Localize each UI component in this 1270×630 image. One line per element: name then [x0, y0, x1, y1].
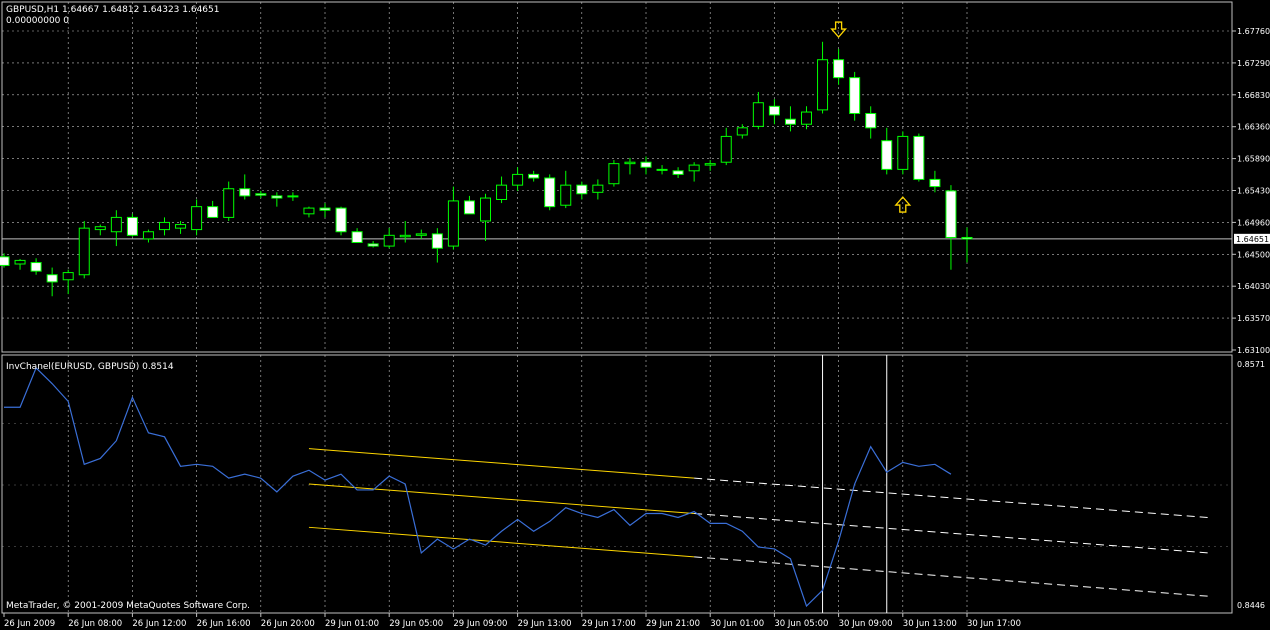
chart-background — [0, 0, 1270, 630]
time-label: 30 Jun 17:00 — [967, 619, 1021, 629]
candle-body — [768, 105, 780, 116]
time-label: 26 Jun 20:00 — [261, 619, 315, 629]
candle-body — [14, 259, 26, 265]
candle-body — [512, 173, 524, 186]
candle-body — [399, 234, 411, 238]
candle-body — [30, 262, 42, 272]
candle-body — [833, 59, 845, 79]
candle-body — [94, 226, 106, 231]
price-label: 1.64960 — [1237, 218, 1270, 227]
copyright-text: MetaTrader, © 2001-2009 MetaQuotes Softw… — [6, 601, 250, 611]
candle-body — [271, 195, 283, 199]
candle-body — [640, 161, 652, 168]
candle-body — [303, 207, 315, 215]
indicator-header: InvChanel(EURUSD, GBPUSD) 0.8514 — [6, 362, 174, 372]
candle-body — [608, 163, 620, 185]
time-label: 29 Jun 13:00 — [518, 619, 572, 629]
time-label: 30 Jun 05:00 — [774, 619, 828, 629]
main-header-line1: GBPUSD,H1 1.64667 1.64812 1.64323 1.6465… — [6, 5, 219, 15]
candle-body — [319, 207, 331, 211]
candle-body — [720, 135, 732, 163]
time-label: 26 Jun 16:00 — [197, 619, 251, 629]
candle-body — [0, 256, 10, 266]
candle-body — [656, 168, 668, 171]
candle-body — [881, 140, 893, 170]
current-price-label: 1.64651 — [1236, 235, 1269, 244]
candle-body — [383, 234, 395, 247]
price-label: 1.64500 — [1237, 250, 1270, 259]
candle-body — [496, 184, 508, 200]
candle-body — [415, 233, 427, 236]
indicator-axis-bottom-label: 0.8446 — [1237, 601, 1265, 610]
candle-body — [801, 111, 812, 125]
candle-body — [929, 178, 941, 188]
price-label: 1.64030 — [1237, 282, 1270, 291]
candle-body — [752, 102, 764, 127]
time-label: 29 Jun 21:00 — [646, 619, 700, 629]
candle-body — [592, 184, 604, 193]
candle-body — [175, 224, 187, 229]
candle-body — [913, 135, 925, 180]
candle-body — [78, 227, 90, 276]
time-label: 26 Jun 08:00 — [68, 619, 122, 629]
candle-body — [849, 77, 861, 114]
candle-body — [110, 216, 122, 233]
candle-body — [287, 195, 299, 198]
time-label: 26 Jun 12:00 — [132, 619, 186, 629]
candle-body — [576, 184, 588, 195]
candle-body — [704, 163, 716, 166]
time-label: 30 Jun 09:00 — [839, 619, 893, 629]
main-header-line2: 0.00000000 0 — [6, 16, 69, 26]
candle-body — [367, 243, 379, 247]
candle-body — [142, 231, 154, 240]
candle-body — [335, 207, 347, 233]
metatrader-chart[interactable]: GBPUSD,H1 1.64667 1.64812 1.64323 1.6465… — [0, 0, 1270, 630]
candle-body — [560, 184, 572, 206]
candle-body — [961, 236, 973, 240]
candle-body — [191, 206, 203, 231]
price-label: 1.66360 — [1237, 123, 1270, 132]
candle-body — [159, 221, 170, 231]
candle-body — [207, 206, 219, 218]
candle-body — [544, 177, 556, 208]
indicator-axis-top-label: 0.8571 — [1237, 360, 1265, 369]
price-label: 1.63100 — [1237, 346, 1270, 355]
candle-body — [126, 216, 138, 236]
candle-body — [431, 233, 443, 249]
candle-body — [865, 112, 877, 129]
price-label: 1.63570 — [1237, 314, 1270, 323]
candle-body — [46, 274, 58, 283]
candle-body — [897, 135, 909, 170]
candle-body — [463, 200, 475, 215]
price-label: 1.66830 — [1237, 91, 1270, 100]
candle-body — [784, 118, 796, 125]
candle-body — [672, 170, 684, 175]
candle-body — [351, 231, 363, 243]
candle-body — [239, 188, 251, 197]
time-label: 26 Jun 2009 — [4, 619, 55, 629]
candle-body — [817, 59, 829, 111]
current-price-tag: 1.64651 — [1234, 233, 1270, 244]
candle-body — [736, 127, 748, 136]
candle-body — [223, 188, 235, 218]
price-label: 1.65890 — [1237, 155, 1270, 164]
time-label: 29 Jun 17:00 — [582, 619, 636, 629]
candle-body — [528, 173, 540, 179]
price-label: 1.67760 — [1237, 27, 1270, 36]
time-label: 30 Jun 01:00 — [710, 619, 764, 629]
candle-body — [62, 272, 74, 281]
time-label: 30 Jun 13:00 — [903, 619, 957, 629]
candle-body — [255, 193, 267, 196]
candle-body — [480, 197, 491, 222]
candle-body — [624, 161, 636, 165]
price-label: 1.65430 — [1237, 187, 1270, 196]
time-label: 29 Jun 09:00 — [453, 619, 507, 629]
candle-body — [447, 200, 459, 247]
time-label: 29 Jun 05:00 — [389, 619, 443, 629]
candle-body — [688, 164, 700, 172]
price-label: 1.67290 — [1237, 59, 1270, 68]
candle-body — [945, 190, 957, 238]
time-label: 29 Jun 01:00 — [325, 619, 379, 629]
